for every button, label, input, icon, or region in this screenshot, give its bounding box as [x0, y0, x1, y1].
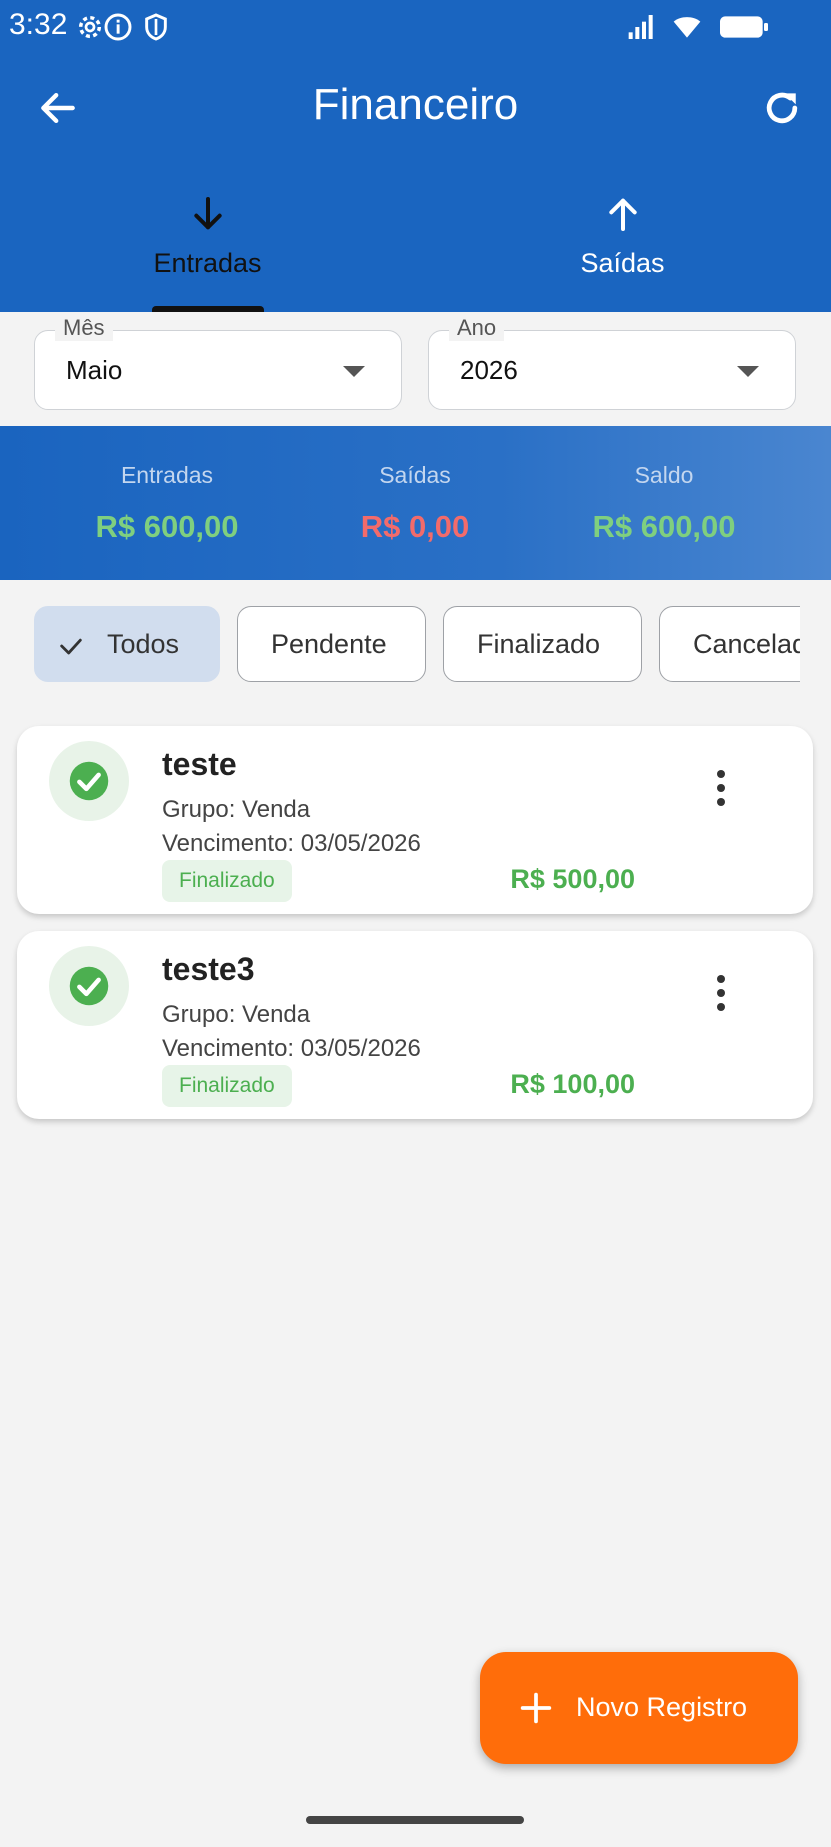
- tab-indicator: [152, 306, 264, 312]
- new-record-button[interactable]: Novo Registro: [480, 1652, 798, 1764]
- plus-icon: [520, 1692, 552, 1724]
- signal-icon: [628, 15, 653, 39]
- month-dropdown[interactable]: Mês Maio: [34, 315, 402, 410]
- wifi-icon: [673, 17, 701, 38]
- summary-panel: Entradas R$ 600,00 Saídas R$ 0,00 Saldo …: [0, 426, 831, 580]
- header: 3:32 Financeiro Entradas Saídas: [0, 0, 831, 312]
- chip-pendente[interactable]: Pendente: [237, 606, 426, 682]
- chip-cancelado[interactable]: Cancelado: [659, 606, 800, 682]
- status-bar: 3:32: [0, 0, 831, 54]
- summary-saldo-value: R$ 600,00: [592, 509, 736, 544]
- chip-finalizado[interactable]: Finalizado: [443, 606, 642, 682]
- caret-down-icon: [343, 366, 365, 377]
- tab-entradas-label: Entradas: [153, 248, 262, 278]
- page-title: Financeiro: [312, 80, 519, 129]
- record-status-avatar: [49, 741, 129, 821]
- record-group: Grupo: Venda: [162, 1001, 311, 1028]
- record-amount: R$ 500,00: [510, 864, 635, 894]
- more-vert-icon[interactable]: [709, 770, 733, 812]
- record-card[interactable]: teste3 Grupo: Venda Vencimento: 03/05/20…: [17, 931, 813, 1119]
- chip-todos-label: Todos: [107, 629, 180, 659]
- home-indicator[interactable]: [306, 1816, 524, 1824]
- check-circle-icon: [69, 966, 109, 1006]
- new-record-label: Novo Registro: [576, 1692, 748, 1722]
- info-icon: [104, 13, 132, 41]
- chip-finalizado-label: Finalizado: [477, 629, 601, 659]
- summary-entradas: Entradas R$ 600,00: [42, 462, 292, 545]
- month-dropdown-label: Mês: [55, 315, 113, 341]
- battery-icon: [720, 16, 768, 38]
- chip-todos[interactable]: Todos: [34, 606, 220, 682]
- check-circle-icon: [69, 761, 109, 801]
- summary-saidas-value: R$ 0,00: [360, 509, 470, 544]
- status-badge: Finalizado: [162, 1065, 292, 1107]
- year-dropdown[interactable]: Ano 2026: [428, 315, 796, 410]
- chip-pendente-label: Pendente: [271, 629, 387, 659]
- caret-down-icon: [737, 366, 759, 377]
- tab-saidas-label: Saídas: [580, 248, 665, 278]
- record-due-date: Vencimento: 03/05/2026: [162, 1035, 421, 1062]
- arrow-up-icon: [608, 198, 637, 231]
- record-status-avatar: [49, 946, 129, 1026]
- status-badge: Finalizado: [162, 860, 292, 902]
- chip-cancelado-label: Cancelado: [693, 629, 800, 659]
- summary-saidas-label: Saídas: [379, 462, 451, 488]
- summary-saldo: Saldo R$ 600,00: [539, 462, 789, 545]
- tab-entradas[interactable]: Entradas: [0, 190, 415, 312]
- record-group: Grupo: Venda: [162, 796, 311, 823]
- year-dropdown-value: 2026: [460, 355, 518, 385]
- summary-entradas-label: Entradas: [120, 462, 214, 488]
- status-filter-chips: Todos Pendente Finalizado Cancelado: [0, 606, 800, 684]
- tab-saidas[interactable]: Saídas: [415, 190, 830, 312]
- status-time: 3:32: [9, 8, 68, 41]
- year-dropdown-label: Ano: [449, 315, 505, 341]
- check-icon: [60, 638, 82, 655]
- shield-icon: [145, 13, 167, 41]
- record-due-date: Vencimento: 03/05/2026: [162, 830, 421, 857]
- month-dropdown-value: Maio: [66, 355, 123, 385]
- record-card[interactable]: teste Grupo: Venda Vencimento: 03/05/202…: [17, 726, 813, 914]
- arrow-down-icon: [193, 197, 222, 230]
- refresh-icon[interactable]: [760, 86, 804, 130]
- record-title: teste3: [162, 951, 255, 987]
- summary-entradas-value: R$ 600,00: [95, 509, 239, 544]
- more-vert-icon[interactable]: [709, 975, 733, 1017]
- summary-saldo-label: Saldo: [634, 462, 694, 488]
- record-title: teste: [162, 746, 237, 782]
- summary-saidas: Saídas R$ 0,00: [290, 462, 540, 545]
- record-amount: R$ 100,00: [510, 1069, 635, 1099]
